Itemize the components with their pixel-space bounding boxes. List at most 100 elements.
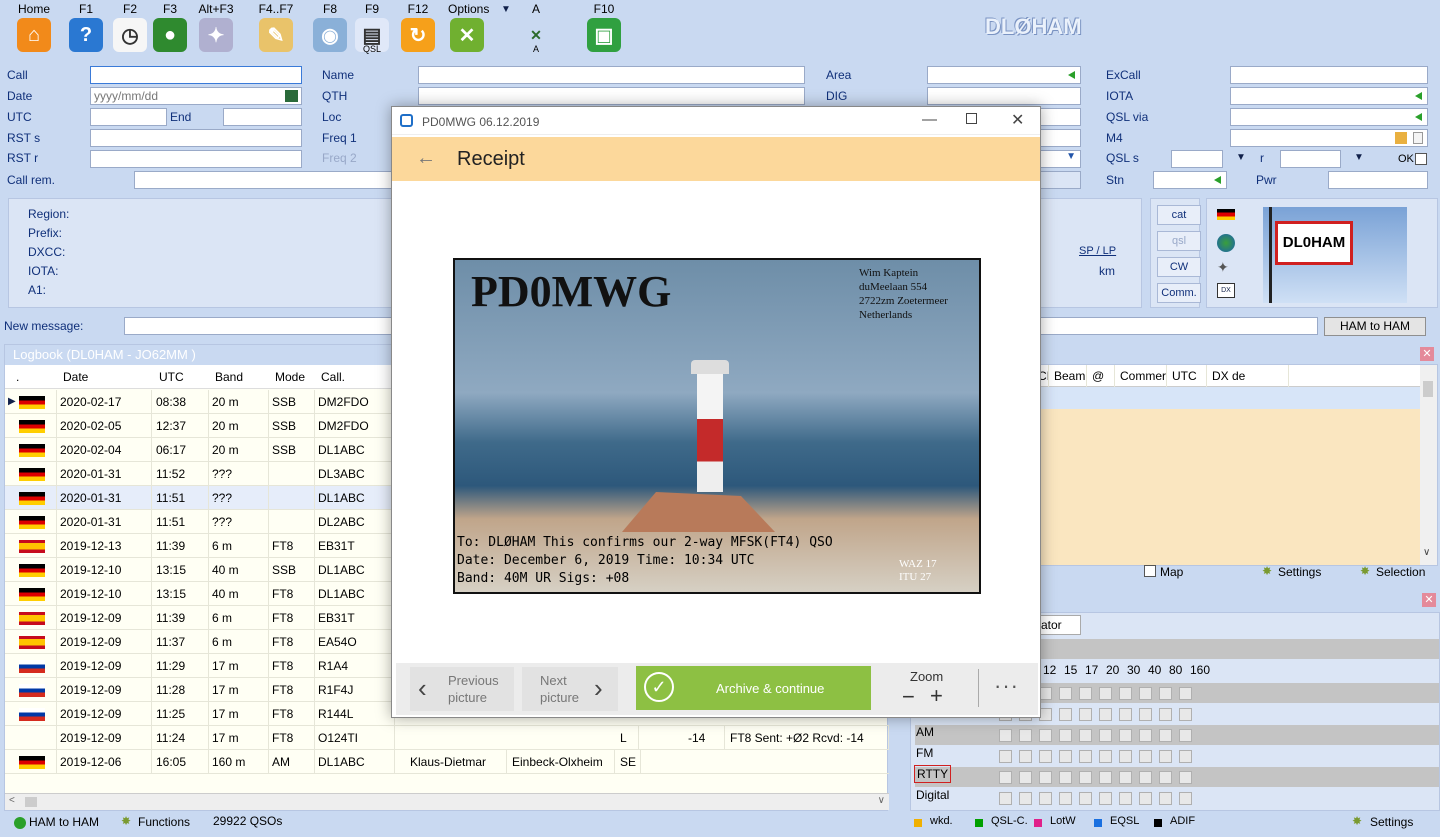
band-checkbox[interactable] — [1099, 792, 1112, 805]
qsl-via-input[interactable] — [1230, 108, 1428, 126]
close-icon[interactable]: ✕ — [1422, 593, 1436, 607]
band-checkbox[interactable] — [1059, 729, 1072, 742]
logbook-column-header[interactable]: Date — [60, 365, 155, 389]
band-checkbox[interactable] — [1099, 750, 1112, 763]
field-right-2[interactable] — [1040, 129, 1081, 147]
qsl-sent-input[interactable] — [1171, 150, 1223, 168]
sp-lp-link[interactable]: SP / LP — [1079, 245, 1116, 257]
dx-column-header[interactable]: @ — [1089, 365, 1115, 387]
logbook-column-header[interactable]: UTC — [156, 365, 212, 389]
zoom-out-icon[interactable]: − — [902, 684, 915, 710]
band-checkbox[interactable] — [1019, 750, 1032, 763]
toolbar-button-f10[interactable]: F10 ▣ — [584, 2, 624, 52]
band-checkbox[interactable] — [1059, 687, 1072, 700]
dx-settings-button[interactable]: Settings — [1278, 565, 1321, 579]
band-checkbox[interactable] — [1099, 771, 1112, 784]
dig-input[interactable] — [927, 87, 1081, 105]
close-icon[interactable]: ✕ — [1420, 347, 1434, 361]
band-checkbox[interactable] — [999, 771, 1012, 784]
band-checkbox[interactable] — [1059, 708, 1072, 721]
previous-picture-button[interactable]: ‹ Previous picture — [410, 667, 514, 711]
ham-to-ham-status[interactable]: HAM to HAM — [29, 815, 99, 829]
qsl-button[interactable]: qsl — [1157, 231, 1201, 251]
toolbar-button-f1[interactable]: F1? — [66, 2, 106, 52]
selection-button[interactable]: Selection — [1376, 565, 1425, 579]
field-right-1[interactable] — [1040, 108, 1081, 126]
back-arrow-icon[interactable]: ← — [416, 147, 436, 170]
band-checkbox[interactable] — [1139, 771, 1152, 784]
toolbar-button-a[interactable]: A ✕ A — [516, 2, 556, 54]
band-checkbox[interactable] — [1159, 771, 1172, 784]
field-right-4[interactable] — [1040, 171, 1081, 189]
call-remark-input[interactable] — [134, 171, 392, 189]
band-checkbox[interactable] — [1079, 792, 1092, 805]
band-checkbox[interactable] — [1139, 708, 1152, 721]
calendar-icon[interactable] — [285, 90, 298, 102]
band-checkbox[interactable] — [1119, 687, 1132, 700]
band-checkbox[interactable] — [1079, 708, 1092, 721]
chevron-down-icon[interactable]: ▼ — [1236, 152, 1246, 163]
toolbar-button-f9[interactable]: F9 ▤ QSL — [352, 2, 392, 54]
band-checkbox[interactable] — [1179, 750, 1192, 763]
maximize-icon[interactable] — [966, 113, 977, 124]
band-checkbox[interactable] — [999, 792, 1012, 805]
band-checkbox[interactable] — [1179, 708, 1192, 721]
rst-sent-input[interactable] — [90, 129, 302, 147]
comm-button[interactable]: Comm. — [1157, 283, 1201, 303]
cat-button[interactable]: cat — [1157, 205, 1201, 225]
toolbar-button-home[interactable]: Home ⌂ — [14, 2, 54, 52]
band-checkbox[interactable] — [1119, 729, 1132, 742]
archive-continue-button[interactable]: ✓ Archive & continue — [636, 666, 871, 710]
mode-label[interactable]: Digital — [916, 788, 949, 802]
band-checkbox[interactable] — [1039, 750, 1052, 763]
band-checkbox[interactable] — [1079, 729, 1092, 742]
close-icon[interactable]: ✕ — [1011, 110, 1024, 130]
logbook-column-header[interactable]: Call. — [318, 365, 398, 389]
band-checkbox[interactable] — [1139, 687, 1152, 700]
band-checkbox[interactable] — [1019, 792, 1032, 805]
more-options-icon[interactable]: ··· — [994, 673, 1019, 699]
band-checkbox[interactable] — [1179, 687, 1192, 700]
band-checkbox[interactable] — [1119, 792, 1132, 805]
band-checkbox[interactable] — [1019, 729, 1032, 742]
band-checkbox[interactable] — [1099, 708, 1112, 721]
iota-input[interactable] — [1230, 87, 1428, 105]
mode-label[interactable]: FM — [916, 746, 933, 760]
next-picture-button[interactable]: Next picture › — [522, 667, 618, 711]
band-checkbox[interactable] — [1179, 771, 1192, 784]
toolbar-button-f2[interactable]: F2 ◷ — [110, 2, 150, 52]
logbook-column-header[interactable]: Mode — [272, 365, 318, 389]
band-checkbox[interactable] — [1179, 792, 1192, 805]
folder-icon[interactable] — [1395, 132, 1407, 144]
band-checkbox[interactable] — [1059, 750, 1072, 763]
band-checkbox[interactable] — [1119, 771, 1132, 784]
band-checkbox[interactable] — [999, 729, 1012, 742]
band-checkbox[interactable] — [1139, 750, 1152, 763]
zoom-in-icon[interactable]: + — [930, 683, 943, 709]
dx-column-header[interactable]: DX de — [1209, 365, 1289, 387]
logbook-column-header[interactable]: . — [13, 365, 65, 389]
table-row[interactable]: 2019-12-06 16:05 160 m AM DL1ABC Klaus-Dietma… — [5, 750, 889, 774]
band-checkbox[interactable] — [1039, 771, 1052, 784]
band-checkbox[interactable] — [1079, 687, 1092, 700]
toolbar-button-f8[interactable]: F8 ◉ — [310, 2, 350, 52]
options-dropdown-icon[interactable]: ▼ — [501, 4, 511, 15]
qth-input[interactable] — [418, 87, 805, 105]
dx-vscrollbar[interactable]: ∨ — [1420, 365, 1437, 565]
logbook-hscrollbar[interactable]: < ∨ — [5, 793, 889, 810]
end-input[interactable] — [223, 108, 302, 126]
band-checkbox[interactable] — [1059, 792, 1072, 805]
toolbar-button-alt-f3[interactable]: Alt+F3 ✦ — [196, 2, 236, 52]
status-settings-button[interactable]: Settings — [1370, 815, 1413, 829]
stn-input[interactable] — [1153, 171, 1227, 189]
rst-rcvd-input[interactable] — [90, 150, 302, 168]
band-checkbox[interactable] — [1159, 708, 1172, 721]
document-icon[interactable] — [1413, 132, 1423, 144]
band-checkbox[interactable] — [1059, 771, 1072, 784]
dx-column-header[interactable]: UTC — [1169, 365, 1207, 387]
utc-input[interactable] — [90, 108, 167, 126]
band-checkbox[interactable] — [1079, 750, 1092, 763]
ok-checkbox[interactable] — [1415, 153, 1427, 165]
band-checkbox[interactable] — [999, 750, 1012, 763]
band-checkbox[interactable] — [1019, 771, 1032, 784]
